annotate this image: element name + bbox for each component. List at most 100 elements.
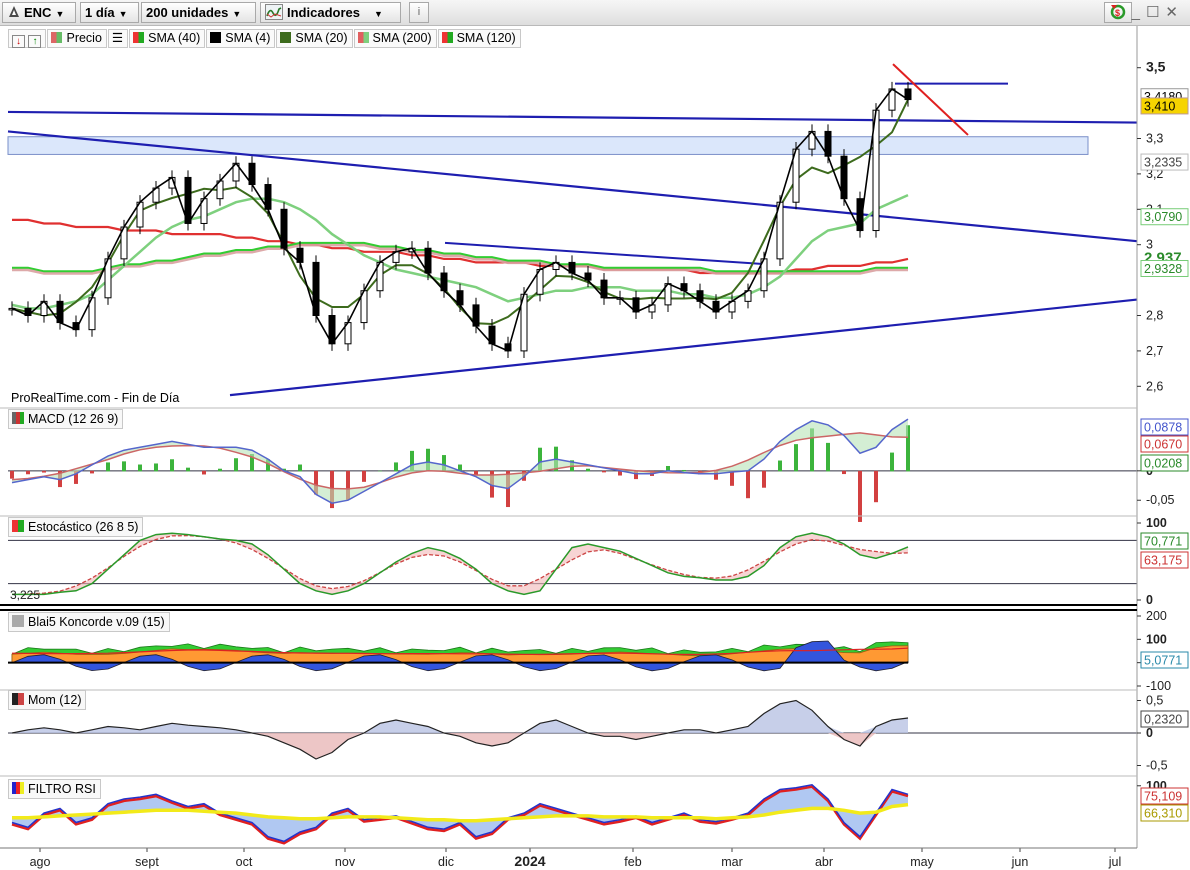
resistance-line xyxy=(892,63,969,136)
minimize-icon[interactable]: _ xyxy=(1132,4,1146,21)
maximize-icon[interactable]: ☐ xyxy=(1146,4,1165,21)
macd-histogram-bar xyxy=(682,469,686,472)
indicators-label: Indicadores xyxy=(287,5,360,20)
time-tick-label: abr xyxy=(815,855,833,869)
resistance-zone xyxy=(7,136,1089,155)
indicator-tick-label: -100 xyxy=(1146,679,1171,693)
rsi-filter-title[interactable]: FILTRO RSI xyxy=(8,779,101,799)
macd-histogram-bar xyxy=(154,463,158,472)
macd-histogram-bar xyxy=(122,461,126,472)
value-badge-label: 66,310 xyxy=(1144,807,1182,821)
price-badge-label: 3,410 xyxy=(1144,99,1175,113)
rsi-filter-pane[interactable] xyxy=(11,783,909,845)
macd-histogram-bar xyxy=(794,444,798,472)
value-badge-label: 0,2320 xyxy=(1144,713,1182,727)
value-badge-label: 0,0208 xyxy=(1144,457,1182,471)
prorealtime-chart-window: ENC ▼ 1 día ▼ 200 unidades ▼ Indicadores ▼ i… xyxy=(0,0,1190,870)
koncorde-pane[interactable] xyxy=(8,640,909,672)
symbol-label: ENC xyxy=(24,5,52,20)
stochastic-d-line xyxy=(11,534,909,596)
momentum-title-label: Mom (12) xyxy=(28,693,82,707)
signal-line xyxy=(11,432,909,490)
stochastic-title[interactable]: Estocástico (26 8 5) xyxy=(8,517,144,537)
time-tick-label: mar xyxy=(721,855,743,869)
indicator-tick-label: 100 xyxy=(1146,632,1167,646)
macd-line xyxy=(11,418,909,504)
macd-histogram-bar xyxy=(170,459,174,472)
macd-histogram-bar xyxy=(26,470,30,475)
symbol-selector[interactable]: ENC ▼ xyxy=(2,2,76,23)
time-tick-label: dic xyxy=(438,855,454,869)
macd-histogram-bar xyxy=(730,470,734,486)
close-icon[interactable]: ✕ xyxy=(1165,4,1184,21)
value-badge-label: 63,175 xyxy=(1144,554,1182,568)
indicator-tick-label: 0 xyxy=(1146,726,1153,740)
indicator-tick-label: -0,05 xyxy=(1146,493,1175,507)
macd-histogram-bar xyxy=(298,464,302,472)
macd-histogram-bar xyxy=(762,470,766,488)
value-badge-label: 5,0771 xyxy=(1144,654,1182,668)
koncorde-title[interactable]: Blai5 Koncorde v.09 (15) xyxy=(8,612,170,632)
macd-histogram-bar xyxy=(858,470,862,522)
time-axis[interactable]: ago sept oct nov dic 2024 feb mar abr may jun jul xyxy=(0,847,1137,869)
info-icon: i xyxy=(417,6,421,18)
period-selector[interactable]: 1 día ▼ xyxy=(80,2,139,23)
rsi-filter-title-label: FILTRO RSI xyxy=(28,782,96,796)
macd-histogram-bar xyxy=(586,468,590,472)
macd-histogram-bar xyxy=(10,470,14,479)
macd-histogram-bar xyxy=(826,442,830,472)
macd-area xyxy=(12,419,908,504)
price-badge-label: 3,2335 xyxy=(1144,156,1182,170)
indicator-tick-label: 0 xyxy=(1146,593,1153,607)
period-label: 1 día xyxy=(85,5,115,20)
price-tick-label: 3,3 xyxy=(1146,132,1163,146)
units-label: 200 unidades xyxy=(146,5,229,20)
units-selector[interactable]: 200 unidades ▼ xyxy=(141,2,256,23)
stochastic-swatch xyxy=(12,520,24,532)
momentum-title[interactable]: Mom (12) xyxy=(8,690,87,710)
info-button[interactable]: i xyxy=(409,2,429,23)
indicators-button[interactable]: Indicadores ▼ xyxy=(260,2,401,23)
refresh-icon: $ xyxy=(1108,4,1128,23)
time-tick-label: ago xyxy=(30,855,51,869)
macd-histogram-bar xyxy=(202,470,206,475)
value-badge-label: 0,0878 xyxy=(1144,421,1182,435)
stochastic-area xyxy=(12,533,908,595)
macd-histogram-bar xyxy=(394,462,398,472)
momentum-pane[interactable] xyxy=(8,699,1137,760)
price-pane[interactable] xyxy=(7,63,1138,397)
indicator-tick-label: 100 xyxy=(1146,516,1167,530)
indicator-tick-label: -0,5 xyxy=(1146,759,1168,773)
price-badge-label: 2,9328 xyxy=(1144,262,1182,276)
stochastic-title-label: Estocástico (26 8 5) xyxy=(28,520,139,534)
window-controls: _☐✕ xyxy=(1132,3,1184,21)
price-tick-label: 3,5 xyxy=(1146,59,1166,75)
time-tick-label: nov xyxy=(335,855,356,869)
macd-title[interactable]: MACD (12 26 9) xyxy=(8,409,124,429)
source-label: ProRealTime.com - Fin de Día xyxy=(11,391,180,405)
indicators-icon xyxy=(265,4,283,20)
macd-title-label: MACD (12 26 9) xyxy=(28,412,119,426)
macd-swatch xyxy=(12,412,24,424)
trendline-horizontal xyxy=(7,110,1138,124)
value-badge-label: 75,109 xyxy=(1144,790,1182,804)
chevron-down-icon: ▼ xyxy=(232,9,242,19)
chart-canvas[interactable]: 3,225 3,53,33,23,132,82,72,63,41803,4103… xyxy=(0,26,1190,870)
macd-histogram-bar xyxy=(746,470,750,499)
price-tick-label: 2,7 xyxy=(1146,344,1163,358)
time-tick-label: oct xyxy=(236,855,253,869)
time-tick-label: feb xyxy=(624,855,641,869)
macd-histogram-bar xyxy=(106,462,110,472)
macd-histogram-bar xyxy=(378,470,382,472)
stochastic-pane[interactable]: 3,225 xyxy=(8,532,1137,602)
time-tick-label: jul xyxy=(1108,855,1122,869)
trendline-channel xyxy=(444,241,766,266)
macd-histogram-bar xyxy=(90,470,94,474)
macd-histogram-bar xyxy=(186,467,190,472)
macd-histogram-bar xyxy=(890,452,894,472)
macd-histogram-bar xyxy=(602,470,606,473)
stochastic-value-label: 3,225 xyxy=(10,588,40,602)
macd-pane[interactable] xyxy=(8,418,1137,522)
koncorde-swatch xyxy=(12,615,24,627)
refresh-button[interactable]: $ xyxy=(1104,2,1132,23)
